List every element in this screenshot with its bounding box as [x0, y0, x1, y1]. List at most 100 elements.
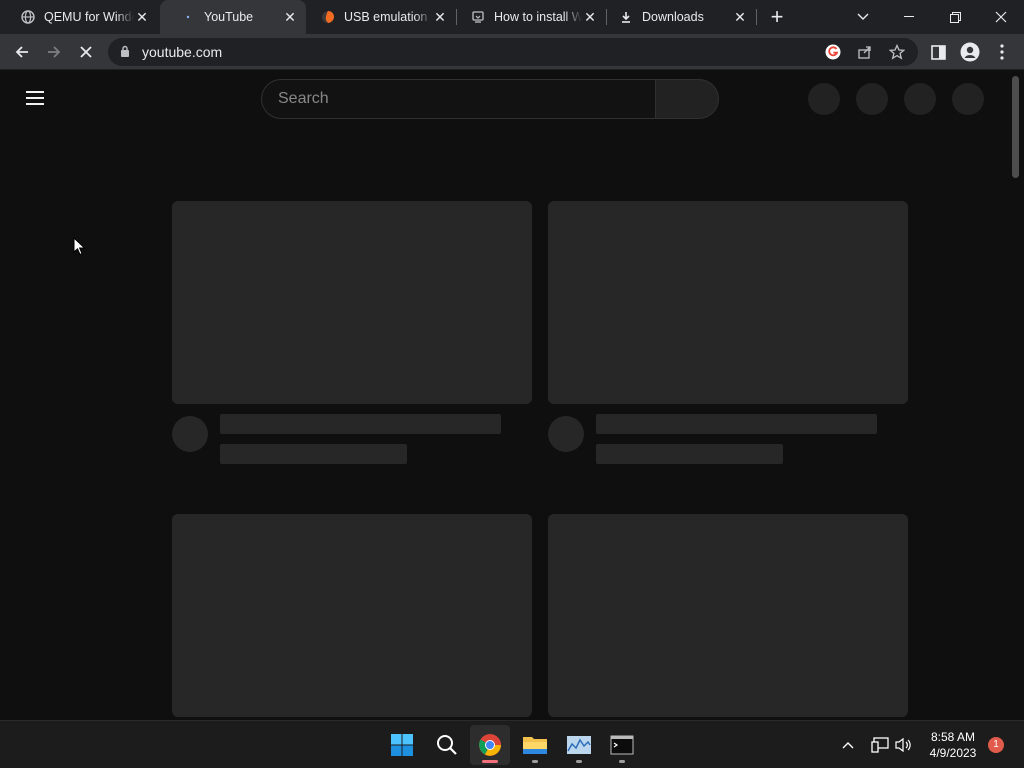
- tab-strip: QEMU for Windows ✕ YouTube ✕ USB emulati…: [0, 0, 1024, 34]
- notification-badge[interactable]: 1: [988, 737, 1004, 753]
- file-explorer-taskbar-button[interactable]: [515, 725, 555, 765]
- skeleton-title-line: [596, 414, 877, 434]
- tab-close-icon[interactable]: ✕: [134, 9, 150, 25]
- folder-icon: [523, 737, 547, 754]
- lock-icon[interactable]: [120, 45, 130, 63]
- star-icon[interactable]: [888, 43, 906, 61]
- skeleton-icon-placeholder: [904, 83, 936, 115]
- tab-separator: [756, 9, 757, 25]
- address-bar[interactable]: youtube.com: [108, 38, 918, 66]
- menu-button[interactable]: [988, 38, 1016, 66]
- chevron-down-icon: [857, 13, 869, 20]
- terminal-icon: [610, 735, 634, 755]
- search-icon: [437, 735, 457, 755]
- chrome-taskbar-button[interactable]: [470, 725, 510, 765]
- taskbar: 8:58 AM 4/9/2023 1: [0, 720, 1024, 768]
- arrow-left-icon: [15, 46, 28, 58]
- side-panel-button[interactable]: [924, 38, 952, 66]
- terminal-taskbar-button[interactable]: [602, 725, 642, 765]
- skeleton-channel-avatar: [548, 416, 584, 452]
- side-panel-icon: [930, 44, 946, 60]
- chevron-up-icon: [842, 742, 854, 749]
- minimize-icon: [904, 16, 914, 17]
- page-scrollbar[interactable]: [1012, 76, 1019, 178]
- arrow-right-icon: [48, 46, 61, 58]
- network-tray-button[interactable]: [870, 735, 890, 755]
- install-icon: [470, 9, 486, 25]
- tab-close-icon[interactable]: ✕: [432, 9, 448, 25]
- skeleton-thumbnail: [172, 201, 532, 404]
- hamburger-icon: [26, 97, 44, 99]
- minimize-button[interactable]: [886, 0, 932, 34]
- start-button[interactable]: [382, 725, 422, 765]
- network-icon: [871, 737, 889, 753]
- profile-icon: [960, 42, 980, 62]
- skeleton-meta-line: [220, 444, 407, 464]
- google-icon[interactable]: [824, 43, 842, 61]
- skeleton-icon-placeholder: [808, 83, 840, 115]
- tab-downloads[interactable]: Downloads ✕: [606, 0, 756, 34]
- tab-title: YouTube: [204, 10, 254, 24]
- loading-icon: [180, 9, 196, 25]
- new-tab-button[interactable]: +: [760, 0, 794, 34]
- skeleton-icon-placeholder: [856, 83, 888, 115]
- show-hidden-icons-button[interactable]: [838, 735, 858, 755]
- system-clock[interactable]: 8:58 AM 4/9/2023: [920, 729, 986, 761]
- running-indicator: [532, 760, 538, 763]
- tab-title: QEMU for Windows: [44, 10, 134, 24]
- restore-icon: [949, 11, 961, 23]
- skeleton-thumbnail: [548, 514, 908, 717]
- clock-date: 4/9/2023: [929, 746, 977, 760]
- tab-close-icon[interactable]: ✕: [582, 9, 598, 25]
- url-text: youtube.com: [142, 44, 223, 60]
- tab-title: How to install Windows: [494, 10, 582, 24]
- close-icon: [995, 11, 1007, 23]
- stop-loading-button[interactable]: [72, 38, 100, 66]
- share-icon[interactable]: [856, 43, 874, 61]
- browser-toolbar: youtube.com: [0, 34, 1024, 70]
- tab-usb-emulation[interactable]: USB emulation - QEMU ✕: [306, 0, 456, 34]
- skeleton-thumbnail: [548, 201, 908, 404]
- tab-title: USB emulation - QEMU: [344, 10, 432, 24]
- download-icon: [618, 9, 634, 25]
- skeleton-meta-line: [596, 444, 783, 464]
- back-button[interactable]: [8, 38, 36, 66]
- forward-button[interactable]: [40, 38, 68, 66]
- tab-youtube[interactable]: YouTube ✕: [160, 0, 306, 34]
- windows-icon: [391, 734, 413, 756]
- tab-how-to-install[interactable]: How to install Windows ✕: [456, 0, 606, 34]
- running-indicator: [619, 760, 625, 763]
- tab-search-button[interactable]: [840, 0, 886, 34]
- more-vert-icon: [1000, 44, 1004, 60]
- running-indicator: [576, 760, 582, 763]
- skeleton-avatar-placeholder: [952, 83, 984, 115]
- qemu-icon: [320, 9, 336, 25]
- profile-button[interactable]: [956, 38, 984, 66]
- guide-menu-button[interactable]: [24, 89, 48, 107]
- tab-qemu-for-windows[interactable]: QEMU for Windows ✕: [0, 0, 158, 34]
- screen: QEMU for Windows ✕ YouTube ✕ USB emulati…: [0, 0, 1024, 768]
- tab-close-icon[interactable]: ✕: [732, 9, 748, 25]
- search-placeholder: Search: [278, 90, 329, 107]
- restore-button[interactable]: [932, 0, 978, 34]
- skeleton-thumbnail: [172, 514, 532, 717]
- system-monitor-taskbar-button[interactable]: [559, 725, 599, 765]
- chrome-icon: [479, 734, 501, 756]
- search-input[interactable]: Search: [261, 79, 656, 119]
- search-taskbar-button[interactable]: [427, 725, 467, 765]
- mouse-cursor-icon: [73, 236, 86, 261]
- search-button[interactable]: [655, 79, 719, 119]
- tab-title: Downloads: [642, 10, 704, 24]
- clock-time: 8:58 AM: [930, 730, 976, 744]
- tab-close-icon[interactable]: ✕: [282, 9, 298, 25]
- speaker-icon: [895, 737, 911, 753]
- close-window-button[interactable]: [978, 0, 1024, 34]
- youtube-page: Search: [0, 71, 1024, 720]
- hamburger-icon: [26, 91, 44, 93]
- skeleton-title-line: [220, 414, 501, 434]
- running-indicator: [482, 760, 498, 763]
- hamburger-icon: [26, 103, 44, 105]
- volume-tray-button[interactable]: [894, 735, 914, 755]
- skeleton-channel-avatar: [172, 416, 208, 452]
- globe-icon: [20, 9, 36, 25]
